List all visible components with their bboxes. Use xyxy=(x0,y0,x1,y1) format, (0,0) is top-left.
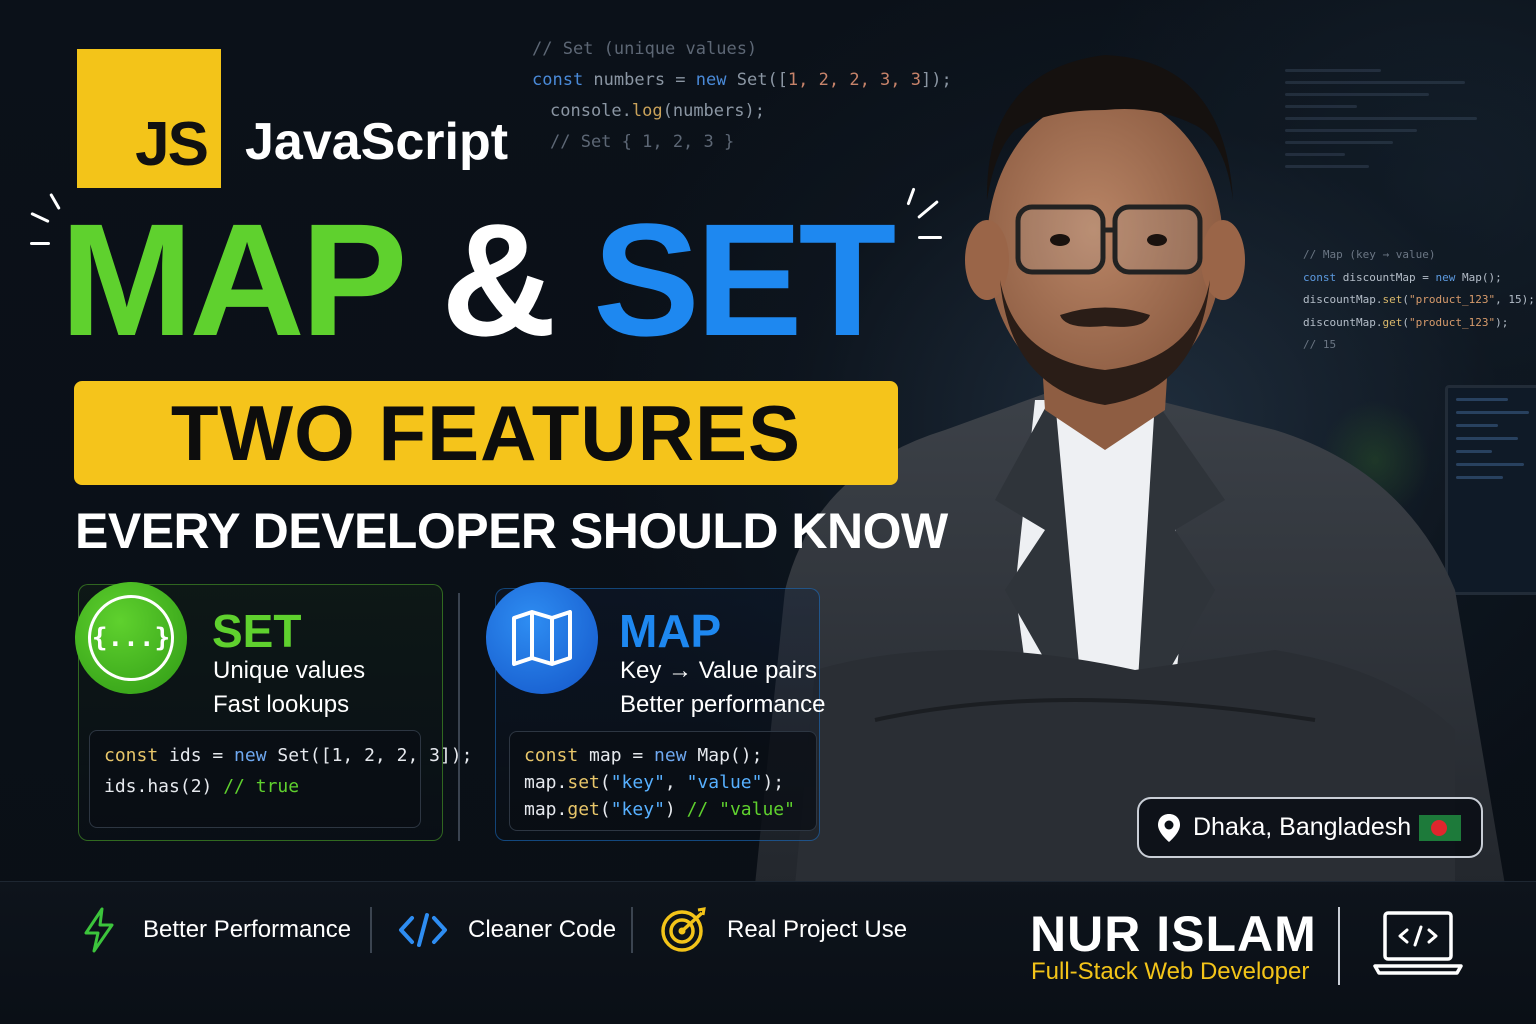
map-card-line1: Key → Value pairs xyxy=(620,657,817,684)
author-name: NUR ISLAM xyxy=(1030,906,1317,962)
feature-label-performance: Better Performance xyxy=(143,916,352,943)
code-text: (numbers); xyxy=(662,101,765,121)
location-pill: Dhaka, Bangladesh xyxy=(1137,797,1483,858)
code-keyword: new xyxy=(695,70,727,90)
map-card-title: MAP xyxy=(619,605,722,657)
code-text: , xyxy=(664,772,687,793)
javascript-title: JavaScript xyxy=(245,113,509,171)
author-separator xyxy=(1338,907,1340,985)
sparkle-mark xyxy=(30,242,50,245)
braces-icon: {...} xyxy=(88,595,174,681)
lightning-icon xyxy=(84,907,114,953)
code-keyword: const xyxy=(524,745,579,766)
code-keyword: const xyxy=(104,745,159,766)
code-text: map. xyxy=(524,799,568,820)
sparkle-mark xyxy=(918,236,942,239)
two-features-banner: TWO FEATURES xyxy=(74,381,898,485)
code-text: ids = xyxy=(158,745,235,766)
laptop-code-icon xyxy=(1373,911,1463,975)
author-role: Full-Stack Web Developer xyxy=(1031,958,1310,985)
feature-label-real-project: Real Project Use xyxy=(727,916,908,943)
hero-ampersand: & xyxy=(441,190,557,369)
code-text: ) xyxy=(664,799,687,820)
code-comment: // "value" xyxy=(686,799,795,820)
code-keyword: new xyxy=(654,745,687,766)
feature-label-cleaner-code: Cleaner Code xyxy=(468,916,617,943)
code-text: map = xyxy=(578,745,655,766)
feature-separator xyxy=(370,907,372,953)
card-divider xyxy=(458,593,460,841)
code-text: Map(); xyxy=(686,745,763,766)
target-icon xyxy=(661,907,706,952)
set-card-title: SET xyxy=(212,605,302,657)
code-string: "key" xyxy=(610,799,665,820)
code-text: numbers = xyxy=(583,70,696,90)
code-text: map. xyxy=(524,772,568,793)
hero-map: MAP xyxy=(60,190,405,369)
js-badge-text: JS xyxy=(135,110,209,179)
banner-text: TWO FEATURES xyxy=(170,388,802,477)
code-brackets-icon xyxy=(399,913,447,947)
feature-separator xyxy=(631,907,633,953)
code-function: log xyxy=(631,101,663,121)
map-card-line2: Better performance xyxy=(620,691,826,718)
set-card-line1: Unique values xyxy=(213,657,366,684)
code-text: Set([1, 2, 2, 3]); xyxy=(266,745,473,766)
code-keyword: const xyxy=(532,70,584,90)
location-text: Dhaka, Bangladesh xyxy=(1193,813,1412,841)
code-function: set xyxy=(567,772,600,793)
code-text: ids.has(2) xyxy=(104,776,224,797)
hero-set: SET xyxy=(593,190,896,369)
set-icon-circle: {...} xyxy=(75,582,187,694)
code-text: ); xyxy=(762,772,785,793)
subheadline: EVERY DEVELOPER SHOULD KNOW xyxy=(75,503,948,559)
code-keyword: new xyxy=(234,745,267,766)
code-text: ( xyxy=(599,772,611,793)
code-function: get xyxy=(567,799,600,820)
code-comment: // true xyxy=(223,776,300,797)
code-text: ( xyxy=(599,799,611,820)
set-code-box: const ids = new Set([1, 2, 2, 3]); ids.h… xyxy=(89,730,472,828)
code-string: "key" xyxy=(610,772,665,793)
folded-map-icon xyxy=(512,610,572,666)
map-pin-icon xyxy=(1158,813,1180,842)
hero-headline: MAP & SET xyxy=(60,200,896,360)
code-string: "value" xyxy=(686,772,763,793)
map-code-box: const map = new Map(); map.set("key", "v… xyxy=(509,731,817,831)
bangladesh-flag xyxy=(1419,815,1461,841)
map-icon-circle xyxy=(486,582,598,694)
code-text: console. xyxy=(550,101,632,121)
set-card-line2: Fast lookups xyxy=(213,691,350,718)
js-logo: JS xyxy=(77,49,221,188)
